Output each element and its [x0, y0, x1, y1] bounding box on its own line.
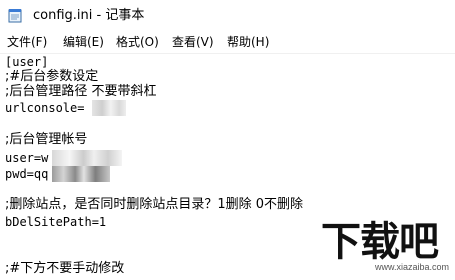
editor-line: ;后台管理路径 不要带斜杠 [5, 84, 157, 99]
editor-line: user=w [5, 151, 49, 165]
editor-line: ;删除站点，是否同时删除站点目录？1删除 0不删除 [5, 197, 304, 212]
notepad-icon [8, 9, 22, 23]
editor-line: ;#下方不要手动修改 [5, 261, 125, 276]
site-watermark: 下载吧 www.xiazaiba.com [313, 218, 453, 278]
menu-bar: 文件(F) 编辑(E) 格式(O) 查看(V) 帮助(H) [0, 31, 455, 54]
title-bar[interactable]: config.ini - 记事本 [0, 0, 455, 31]
menu-view[interactable]: 查看(V) [172, 35, 214, 50]
menu-file[interactable]: 文件(F) [7, 35, 47, 50]
menu-edit[interactable]: 编辑(E) [63, 35, 104, 50]
redacted-user-blur [52, 150, 122, 166]
menu-format[interactable]: 格式(O) [116, 35, 159, 50]
redacted-password-blur [52, 166, 110, 182]
menu-help[interactable]: 帮助(H) [227, 35, 269, 50]
watermark-url: www.xiazaiba.com [374, 262, 449, 272]
editor-line: [user] [5, 55, 49, 69]
notepad-window: config.ini - 记事本 文件(F) 编辑(E) 格式(O) 查看(V)… [0, 0, 455, 280]
redacted-path-blur [92, 100, 126, 116]
editor-line: pwd=qq [5, 167, 49, 181]
editor-line: ;#后台参数设定 [5, 69, 99, 84]
editor-line: urlconsole= [5, 101, 85, 115]
editor-line: bDelSitePath=1 [5, 215, 107, 229]
watermark-logo: 下载吧 [321, 219, 439, 265]
window-title: config.ini - 记事本 [33, 8, 145, 23]
editor-line: ;后台管理帐号 [5, 132, 88, 147]
